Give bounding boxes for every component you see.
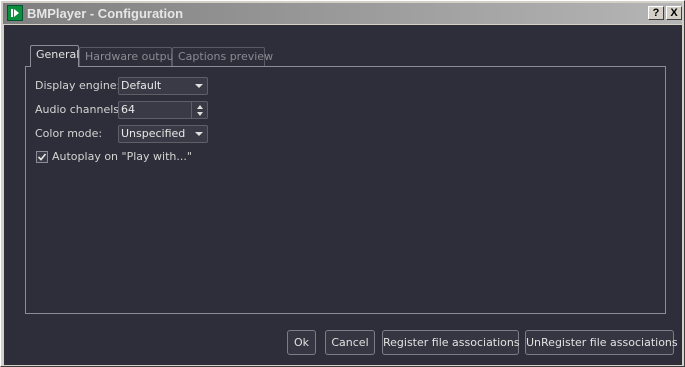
audio-channels-label: Audio channels:	[35, 103, 123, 116]
chevron-down-icon	[195, 84, 203, 88]
color-mode-value: Unspecified	[121, 127, 186, 140]
play-icon	[7, 5, 23, 21]
chevron-down-icon	[195, 132, 203, 136]
config-window: BMPlayer - Configuration ? X General Har…	[0, 0, 685, 367]
audio-channels-value: 64	[121, 103, 135, 116]
window-title: BMPlayer - Configuration	[27, 6, 184, 21]
help-button[interactable]: ?	[648, 6, 664, 20]
display-engine-value: Default	[121, 79, 162, 92]
register-associations-button[interactable]: Register file associations	[382, 330, 520, 355]
ok-button[interactable]: Ok	[287, 330, 316, 355]
spin-down-icon[interactable]	[197, 112, 203, 116]
spin-up-icon[interactable]	[197, 105, 203, 109]
check-icon	[37, 153, 47, 161]
tab-captions-preview[interactable]: Captions preview	[172, 47, 273, 67]
cancel-button[interactable]: Cancel	[325, 330, 375, 355]
close-button[interactable]: X	[666, 6, 682, 20]
autoplay-checkbox[interactable]	[36, 151, 48, 163]
tab-hardware-output[interactable]: Hardware output	[79, 47, 178, 67]
tab-general[interactable]: General	[30, 45, 79, 67]
display-engine-label: Display engine:	[35, 79, 121, 92]
autoplay-label[interactable]: Autoplay on "Play with..."	[52, 150, 192, 163]
dialog-body: General Hardware output Captions preview…	[4, 25, 682, 365]
color-mode-combo[interactable]: Unspecified	[118, 125, 208, 143]
display-engine-combo[interactable]: Default	[118, 77, 208, 95]
audio-channels-spinbox[interactable]: 64	[118, 101, 208, 119]
general-tab-panel: Display engine: Default Audio channels: …	[25, 66, 666, 314]
unregister-associations-button[interactable]: UnRegister file associations	[525, 330, 678, 355]
title-bar[interactable]: BMPlayer - Configuration ? X	[3, 3, 682, 24]
spin-divider	[191, 102, 192, 118]
color-mode-label: Color mode:	[35, 127, 103, 140]
